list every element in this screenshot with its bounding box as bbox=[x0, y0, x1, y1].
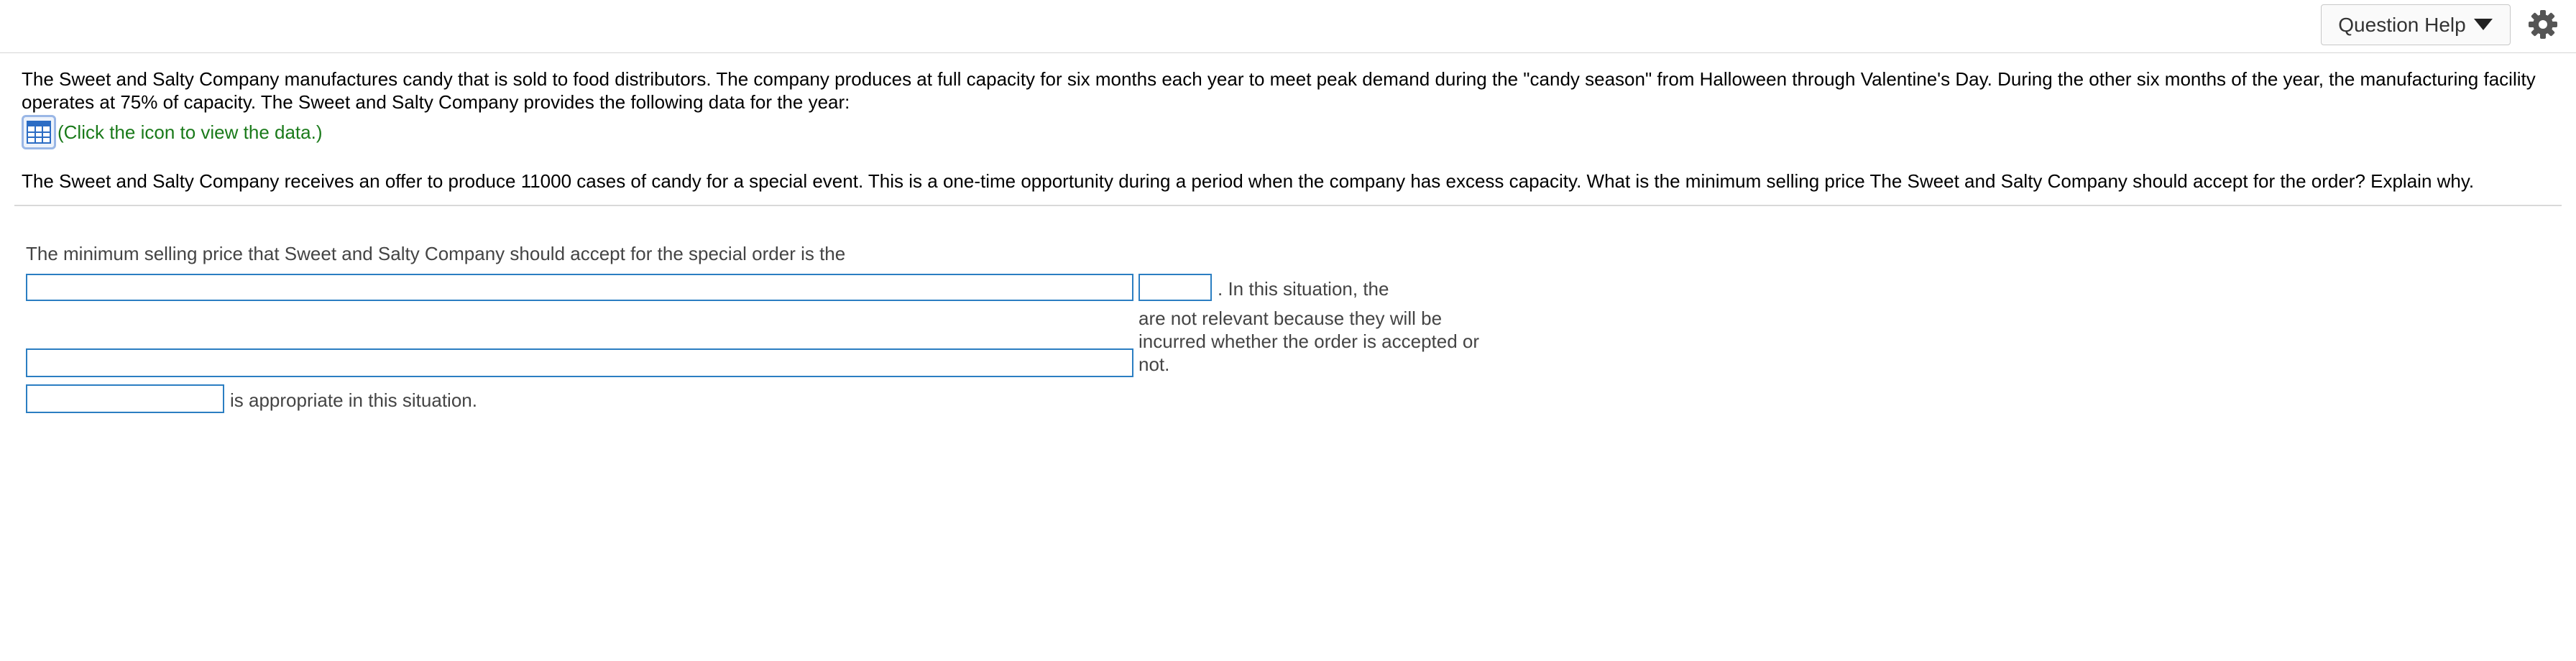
gear-icon[interactable] bbox=[2527, 9, 2559, 40]
answer-blank-1[interactable] bbox=[26, 274, 1133, 301]
answer-blank-4[interactable] bbox=[26, 384, 224, 413]
question-intro: The Sweet and Salty Company manufactures… bbox=[22, 68, 2536, 113]
section-divider bbox=[14, 205, 2562, 206]
answer-not-relevant-line3: not. bbox=[1138, 353, 1170, 375]
question-prompt: The Sweet and Salty Company receives an … bbox=[22, 170, 2475, 192]
question-help-button[interactable]: Question Help bbox=[2321, 4, 2511, 45]
answer-blank-2[interactable] bbox=[1138, 274, 1212, 301]
caret-down-icon bbox=[2473, 14, 2493, 37]
question-help-label: Question Help bbox=[2338, 13, 2466, 36]
view-data-text[interactable]: (Click the icon to view the data.) bbox=[58, 121, 323, 144]
answer-blank-3[interactable] bbox=[26, 348, 1133, 377]
answer-situation-text: . In this situation, the bbox=[1218, 278, 1389, 300]
answer-lead-text: The minimum selling price that Sweet and… bbox=[26, 243, 846, 264]
answer-closing-text: is appropriate in this situation. bbox=[230, 389, 477, 411]
table-icon[interactable] bbox=[22, 115, 56, 149]
view-data-link[interactable]: (Click the icon to view the data.) bbox=[22, 115, 323, 149]
top-toolbar: Question Help bbox=[0, 0, 2576, 53]
answer-not-relevant-line1: are not relevant because they will be bbox=[1138, 308, 1443, 329]
answer-not-relevant-line2: incurred whether the order is accepted o… bbox=[1138, 330, 1480, 352]
